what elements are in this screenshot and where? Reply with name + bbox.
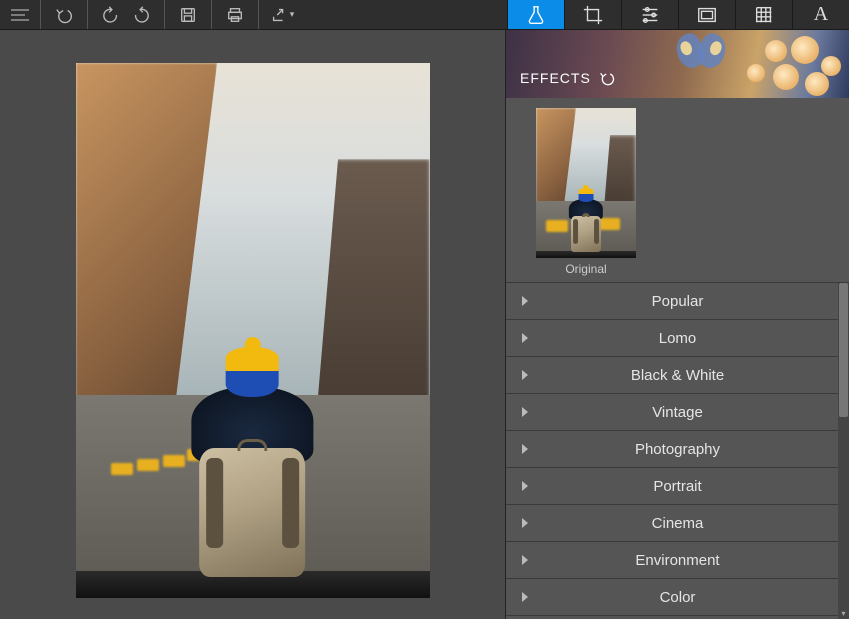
save-button[interactable] [173, 0, 203, 29]
effect-categories: Popular Lomo Black & White Vintage Photograp… [506, 283, 849, 619]
tab-text[interactable]: A [792, 0, 849, 29]
category-vintage[interactable]: Vintage [506, 394, 849, 431]
chevron-right-icon [522, 592, 528, 602]
category-label: Portrait [653, 478, 701, 495]
panel-scrollbar[interactable]: ▴ ▾ [838, 283, 849, 619]
effects-header: EFFECTS [506, 30, 849, 98]
hamburger-icon [11, 9, 29, 21]
chevron-right-icon [522, 518, 528, 528]
category-label: Popular [652, 293, 704, 310]
toolbar-left: ▾ [0, 0, 305, 29]
tab-frame[interactable] [678, 0, 735, 29]
tab-adjust[interactable] [621, 0, 678, 29]
chevron-right-icon [522, 333, 528, 343]
menu-button[interactable] [0, 0, 40, 29]
sliders-icon [639, 4, 661, 26]
side-tabs: A [507, 0, 849, 29]
category-color[interactable]: Color [506, 579, 849, 616]
texture-icon [753, 4, 775, 26]
category-label: Cinema [652, 515, 704, 532]
flask-icon [525, 4, 547, 26]
reset-effects-icon[interactable] [599, 70, 615, 86]
scrollbar-thumb[interactable] [839, 283, 848, 417]
undo-button[interactable] [49, 0, 79, 29]
chevron-right-icon [522, 407, 528, 417]
scroll-down-icon[interactable]: ▾ [838, 607, 849, 619]
thumbnail-label: Original [536, 262, 636, 276]
chevron-right-icon [522, 370, 528, 380]
category-label: Color [660, 589, 696, 606]
chevron-right-icon [522, 444, 528, 454]
tab-effects[interactable] [507, 0, 564, 29]
category-lomo[interactable]: Lomo [506, 320, 849, 357]
category-popular[interactable]: Popular [506, 283, 849, 320]
tab-texture[interactable] [735, 0, 792, 29]
redo-step-icon [132, 6, 150, 24]
chevron-right-icon [522, 296, 528, 306]
redo-step-button[interactable] [126, 0, 156, 29]
category-black-white[interactable]: Black & White [506, 357, 849, 394]
undo-icon [55, 6, 73, 24]
tab-crop[interactable] [564, 0, 621, 29]
print-button[interactable] [220, 0, 250, 29]
share-icon [270, 6, 288, 24]
top-toolbar: ▾ A [0, 0, 849, 30]
original-thumbnail[interactable] [536, 108, 636, 258]
crop-icon [582, 4, 604, 26]
category-label: Lomo [659, 330, 697, 347]
text-icon: A [814, 3, 828, 26]
category-cinema[interactable]: Cinema [506, 505, 849, 542]
effects-title: EFFECTS [520, 70, 591, 86]
category-photography[interactable]: Photography [506, 431, 849, 468]
print-icon [226, 6, 244, 24]
effects-panel: EFFECTS [505, 30, 849, 619]
chevron-down-icon: ▾ [290, 9, 295, 20]
category-label: Environment [635, 552, 719, 569]
category-label: Photography [635, 441, 720, 458]
category-label: Black & White [631, 367, 724, 384]
chevron-right-icon [522, 481, 528, 491]
category-portrait[interactable]: Portrait [506, 468, 849, 505]
undo-step-icon [102, 6, 120, 24]
chevron-right-icon [522, 555, 528, 565]
share-dropdown[interactable]: ▾ [267, 0, 297, 29]
butterfly-decoration [673, 34, 729, 78]
frame-icon [696, 4, 718, 26]
category-label: Vintage [652, 404, 703, 421]
canvas-area[interactable] [0, 30, 505, 619]
save-icon [179, 6, 197, 24]
flowers-decoration [739, 30, 849, 98]
preview-row: Original [506, 98, 849, 283]
category-environment[interactable]: Environment [506, 542, 849, 579]
canvas-image [76, 63, 430, 598]
undo-step-button[interactable] [96, 0, 126, 29]
